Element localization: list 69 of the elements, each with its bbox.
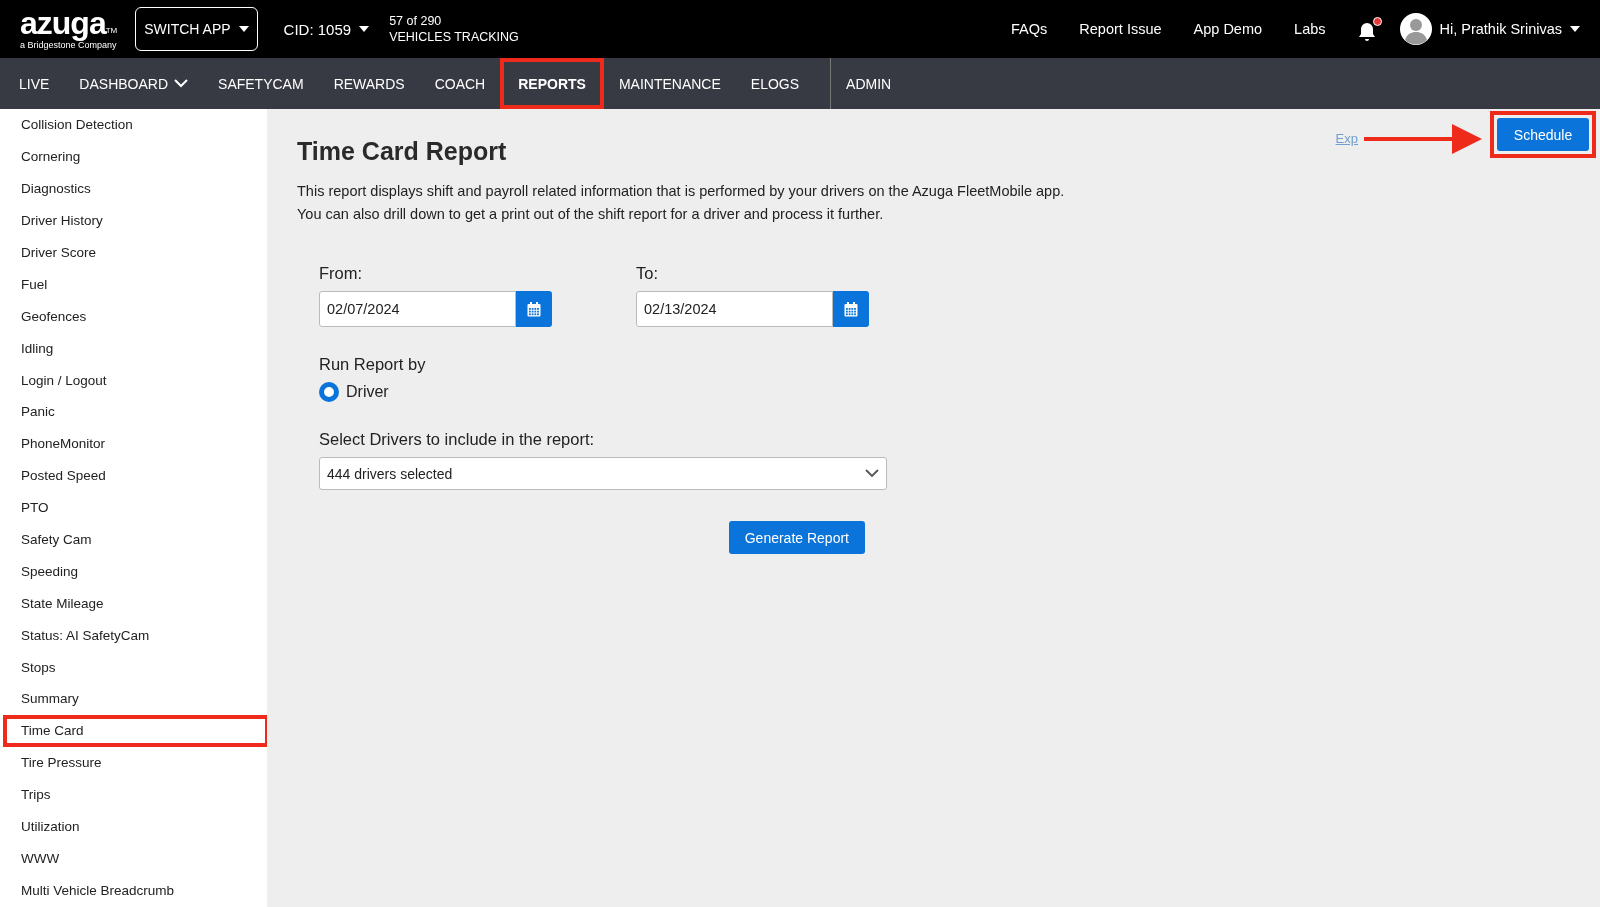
generate-report-button[interactable]: Generate Report [728,521,865,554]
drivers-select[interactable]: 444 drivers selected [319,457,887,490]
radio-label: Driver [346,383,389,401]
sidebar-item[interactable]: Collision Detection [0,109,267,141]
sidebar-item[interactable]: Time Card [3,714,267,747]
sidebar-item[interactable]: Safety Cam [0,523,267,556]
header-link[interactable]: FAQs [1011,21,1048,37]
switch-app-button[interactable]: SWITCH APP [135,7,258,51]
nav-tab[interactable]: ELOGS [735,58,815,109]
nav-tab[interactable]: MAINTENANCE [603,58,736,109]
user-menu[interactable]: Hi, Prathik Srinivas [1399,13,1580,45]
sidebar-item[interactable]: PTO [0,491,267,524]
field-label: Select Drivers to include in the report: [319,430,596,449]
sidebar-item[interactable]: Login / Logout [0,364,267,396]
tagline: a Bridgestone Company [20,40,117,50]
tracking-text: VEHICLES TRACKING [389,29,519,45]
sidebar-item[interactable]: Driver History [0,204,267,237]
trademark: TM [105,26,118,35]
report-description: This report displays shift and payroll related information that is performed by your drivers on the Azuga FleetMobile app. You can also drill down to get a print out of the shift report for a driver and process it further. [297,182,1066,224]
calendar-icon [844,301,858,317]
cid-dropdown[interactable]: CID: 1059 [283,20,370,38]
sidebar-item[interactable]: Idling [0,332,267,365]
sidebar-item[interactable]: Stops [0,651,267,684]
sidebar-item[interactable]: Geofences [0,300,267,333]
chevron-down-icon [174,79,189,88]
sidebar-item[interactable]: Cornering [0,140,267,173]
caret-icon [359,26,370,32]
field-label: Run Report by [319,355,427,374]
chevron-down-icon [865,469,879,478]
field-label: To: [636,264,659,283]
sidebar-item[interactable]: Multi Vehicle Breadcrumb [0,874,267,907]
sidebar-item[interactable]: Panic [0,396,267,428]
header-link[interactable]: App Demo [1193,21,1263,37]
sidebar-item[interactable]: Fuel [0,268,267,301]
report-title: Time Card Report [297,137,507,166]
calendar-button[interactable] [516,291,552,327]
nav-tab[interactable]: LIVE [4,58,65,109]
sidebar-item[interactable]: Summary [0,683,267,715]
radio-button[interactable] [319,382,339,402]
nav-tab[interactable]: REWARDS [318,58,420,109]
calendar-button[interactable] [833,291,869,327]
caret-icon [1570,26,1580,32]
sidebar-item[interactable]: Tire Pressure [0,746,267,779]
notification-bell-icon[interactable] [1357,16,1382,42]
avatar-icon [1399,13,1432,45]
date-field[interactable]: 02/07/2024 [319,291,516,327]
schedule-button[interactable]: Schedule [1497,118,1589,151]
sidebar-item[interactable]: Utilization [0,810,267,843]
nav-tab[interactable]: REPORTS [500,58,604,109]
sidebar-item[interactable]: Trips [0,778,267,811]
sidebar-item[interactable]: Status: AI SafetyCam [0,619,267,652]
date-field[interactable]: 02/13/2024 [636,291,833,327]
field-label: From: [319,264,364,283]
tracking-text: 57 of 290 [389,13,443,29]
sidebar-item[interactable]: Posted Speed [0,459,267,492]
header-link[interactable]: Labs [1294,21,1326,37]
nav-tab[interactable]: SAFETYCAM [203,58,319,109]
caret-icon [238,26,249,32]
sidebar-item[interactable]: Speeding [0,555,267,588]
calendar-icon [527,301,541,317]
sidebar-item[interactable]: PhoneMonitor [0,427,267,460]
header-link[interactable]: Report Issue [1079,21,1162,37]
sidebar-item[interactable]: WWW [0,842,267,875]
nav-tab[interactable]: DASHBOARD [64,58,204,109]
sidebar-item[interactable]: Diagnostics [0,172,267,205]
sidebar-item[interactable]: Driver Score [0,236,267,269]
sidebar-item[interactable]: State Mileage [0,587,267,620]
nav-tab[interactable]: COACH [419,58,501,109]
nav-tab[interactable]: ADMIN [830,58,907,109]
